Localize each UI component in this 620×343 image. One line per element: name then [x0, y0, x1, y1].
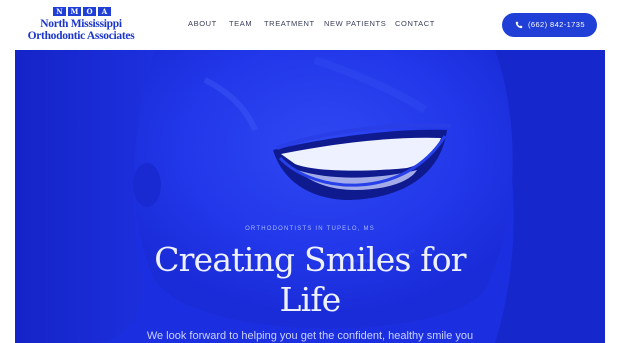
hero-subtitle: We look forward to helping you get the c… [146, 330, 474, 342]
logo-badge-letter: M [68, 7, 81, 16]
phone-number: (662) 842-1735 [528, 20, 585, 29]
logo-badge-letter: O [83, 7, 96, 16]
phone-icon [515, 21, 523, 29]
hero-title-line-2: Life [279, 280, 341, 319]
logo-badge-letter: A [98, 7, 111, 16]
hero-title-line-1: Creating Smiles for [154, 240, 466, 279]
logo-badge: N M O A [53, 7, 111, 16]
hero-banner: ORTHODONTISTS IN TUPELO, MS Creating Smi… [15, 50, 605, 343]
phone-call-button[interactable]: (662) 842-1735 [502, 13, 597, 37]
logo-badge-letter: N [53, 7, 66, 16]
hero-title: Creating Smiles for Life [15, 240, 605, 320]
nav-team[interactable]: TEAM [229, 19, 252, 28]
nav-contact[interactable]: CONTACT [395, 19, 435, 28]
hero-eyebrow: ORTHODONTISTS IN TUPELO, MS [245, 226, 375, 232]
site-header: N M O A North Mississippi Orthodontic As… [0, 0, 620, 50]
nav-about[interactable]: ABOUT [188, 19, 217, 28]
logo-line-2: Orthodontic Associates [27, 30, 135, 42]
nav-new-patients[interactable]: NEW PATIENTS [324, 19, 386, 28]
nav-treatment[interactable]: TREATMENT [264, 19, 315, 28]
